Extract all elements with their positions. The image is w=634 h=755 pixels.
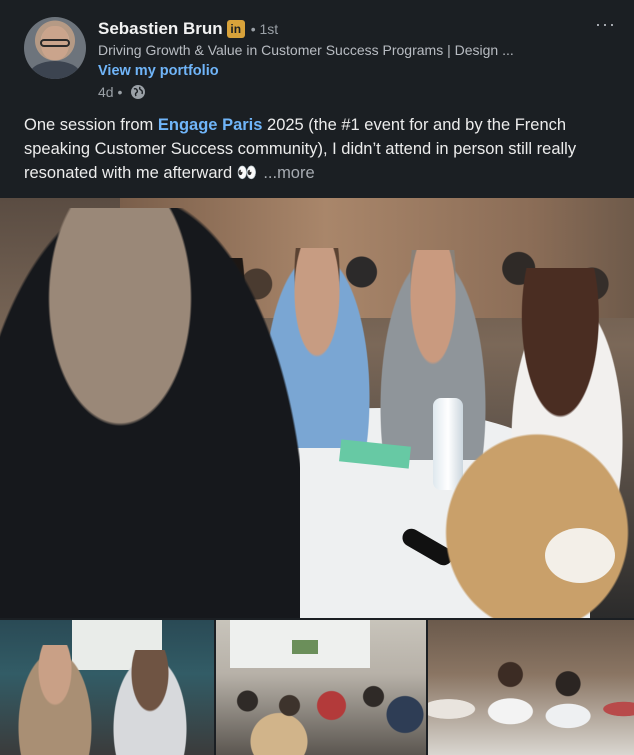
avatar-shirt [30, 61, 80, 79]
more-options-button[interactable]: ··· [595, 14, 616, 35]
post-image-thumbnail[interactable] [216, 620, 426, 755]
image-scrunchie [545, 528, 615, 583]
see-more-button[interactable]: ...more [263, 164, 314, 182]
author-name[interactable]: Sebastien Brun [98, 19, 223, 39]
post-text-start: One session from [24, 116, 158, 134]
post-image-thumbnail[interactable] [0, 620, 214, 755]
author-name-row: Sebastien Brun in • 1st [98, 18, 278, 40]
thumbnail-crowd [216, 665, 426, 755]
linkedin-premium-icon: in [226, 20, 245, 38]
image-person-foreground [0, 208, 300, 618]
author-avatar[interactable] [24, 17, 86, 79]
image-person-foreground [440, 428, 634, 618]
engage-paris-link[interactable]: Engage Paris [158, 116, 263, 134]
globe-icon [131, 85, 146, 99]
thumbnail-screen [230, 620, 370, 668]
thumbnail-slide-image [292, 640, 318, 654]
view-portfolio-link[interactable]: View my portfolio [98, 63, 219, 79]
post-time: 4d • [98, 84, 123, 100]
post-image-main[interactable] [0, 198, 634, 618]
author-headline: Driving Growth & Value in Customer Succe… [98, 42, 514, 58]
avatar-glasses [40, 39, 70, 47]
thumbnail-person [110, 650, 190, 755]
thumbnail-person [15, 645, 95, 755]
connection-degree: • 1st [250, 21, 279, 37]
post-meta: 4d • [98, 84, 146, 100]
post-image-thumbnail[interactable] [428, 620, 634, 755]
post-text: One session from Engage Paris 2025 (the … [24, 113, 618, 185]
thumbnail-crowd [428, 640, 634, 755]
